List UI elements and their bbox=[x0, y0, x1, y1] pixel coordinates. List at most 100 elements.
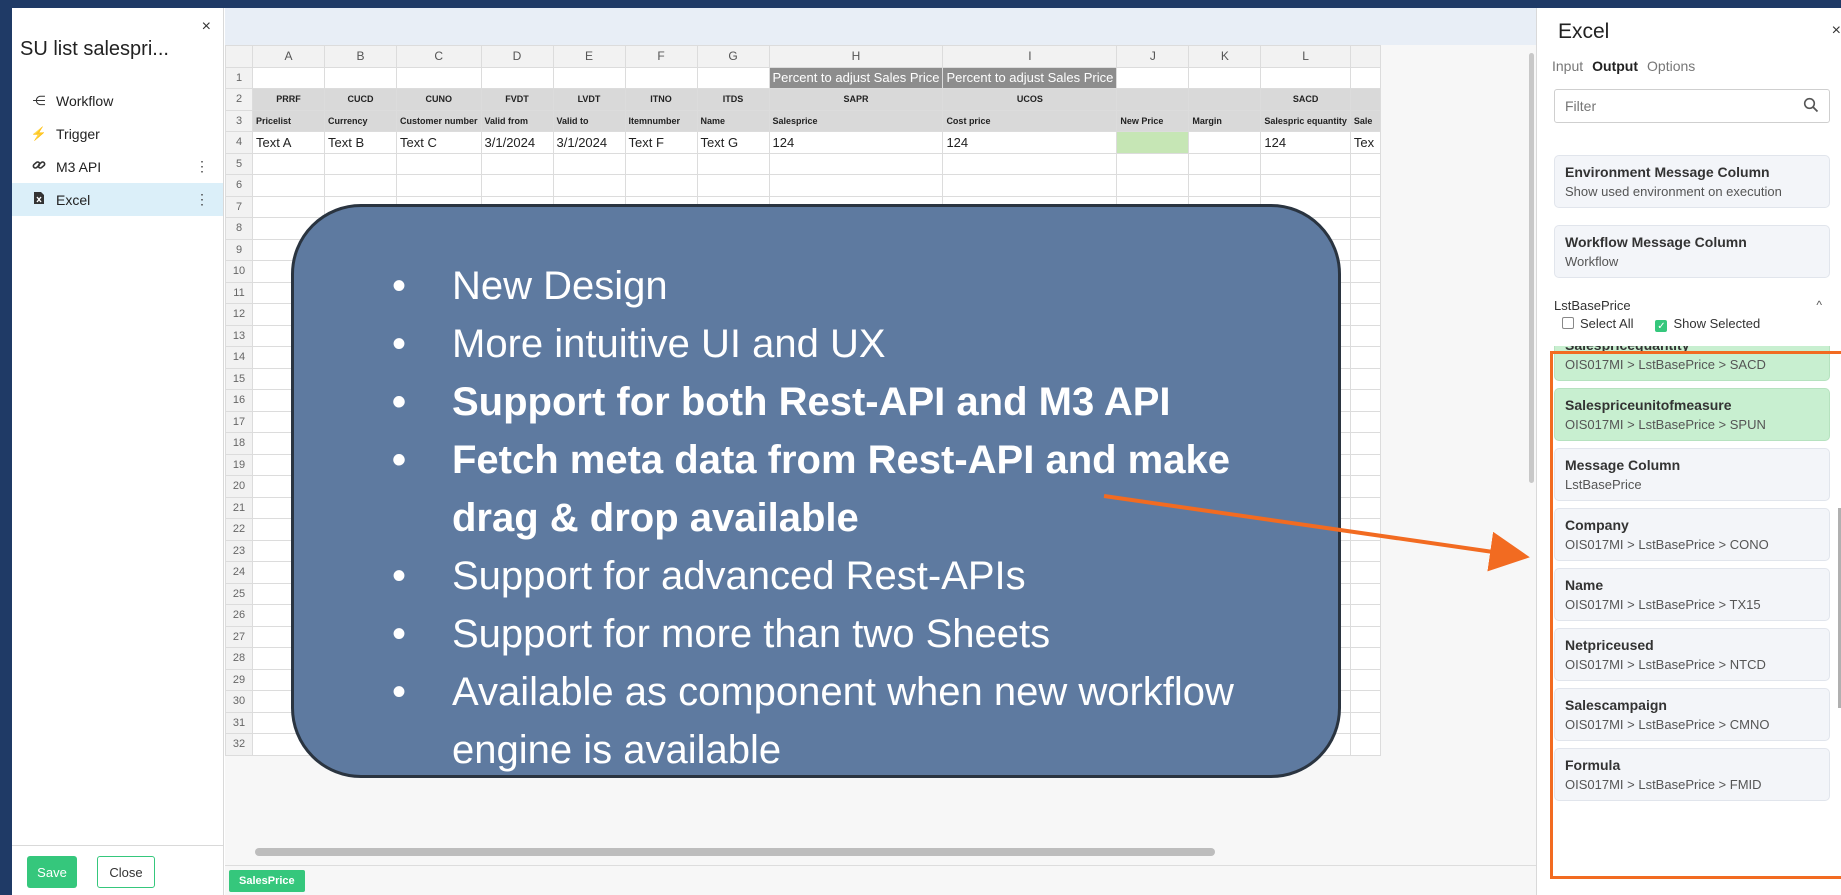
row-header[interactable]: 2 bbox=[225, 88, 253, 111]
cell[interactable]: New Price bbox=[1116, 109, 1190, 132]
cell[interactable] bbox=[696, 152, 770, 175]
cell[interactable] bbox=[324, 174, 397, 197]
cell[interactable]: Text A bbox=[252, 131, 325, 154]
column-header[interactable]: B bbox=[324, 45, 397, 68]
row-header[interactable]: 3 bbox=[225, 109, 253, 132]
cell[interactable]: UCOS bbox=[942, 88, 1118, 111]
tab-input[interactable]: Input bbox=[1552, 58, 1583, 74]
cell[interactable] bbox=[324, 152, 397, 175]
environment-message-column-card[interactable]: Environment Message Column Show used env… bbox=[1554, 155, 1830, 208]
vertical-scrollbar[interactable] bbox=[1529, 53, 1534, 483]
cell[interactable]: 124 bbox=[768, 131, 944, 154]
cell[interactable] bbox=[1116, 174, 1190, 197]
row-header[interactable]: 21 bbox=[225, 496, 253, 519]
cell[interactable] bbox=[624, 66, 698, 89]
cell[interactable] bbox=[480, 152, 554, 175]
cell[interactable] bbox=[768, 174, 944, 197]
cell[interactable] bbox=[768, 152, 944, 175]
row-header[interactable]: 12 bbox=[225, 303, 253, 326]
cell[interactable]: Percent to adjust Sales Price bbox=[768, 66, 944, 89]
cell[interactable] bbox=[1349, 195, 1381, 218]
cell[interactable]: Salespric equantity bbox=[1260, 109, 1351, 132]
cell[interactable] bbox=[1260, 174, 1351, 197]
row-header[interactable]: 25 bbox=[225, 582, 253, 605]
column-header[interactable]: L bbox=[1260, 45, 1351, 68]
column-header[interactable]: I bbox=[942, 45, 1118, 68]
cell[interactable] bbox=[1116, 131, 1190, 154]
cell[interactable]: SAPR bbox=[768, 88, 944, 111]
cell[interactable] bbox=[1349, 539, 1381, 562]
row-header[interactable]: 1 bbox=[225, 66, 253, 89]
row-header[interactable]: 5 bbox=[225, 152, 253, 175]
cell[interactable]: 124 bbox=[942, 131, 1118, 154]
row-header[interactable]: 20 bbox=[225, 475, 253, 498]
cell[interactable] bbox=[1349, 281, 1381, 304]
row-header[interactable]: 10 bbox=[225, 260, 253, 283]
row-header[interactable]: 31 bbox=[225, 711, 253, 734]
column-header[interactable]: C bbox=[396, 45, 482, 68]
panel-close-icon[interactable]: × bbox=[1832, 22, 1841, 40]
filter-input[interactable] bbox=[1565, 98, 1785, 114]
cell[interactable] bbox=[1349, 518, 1381, 541]
cell[interactable] bbox=[1188, 131, 1262, 154]
row-header[interactable]: 13 bbox=[225, 324, 253, 347]
cell[interactable] bbox=[1349, 432, 1381, 455]
cell[interactable] bbox=[1349, 582, 1381, 605]
cell[interactable]: 3/1/2024 bbox=[552, 131, 626, 154]
cell[interactable]: Itemnumber bbox=[624, 109, 698, 132]
cell[interactable]: Margin bbox=[1188, 109, 1262, 132]
cell[interactable] bbox=[1349, 668, 1381, 691]
cell[interactable]: CUCD bbox=[324, 88, 397, 111]
row-header[interactable]: 27 bbox=[225, 625, 253, 648]
row-header[interactable]: 9 bbox=[225, 238, 253, 261]
row-header[interactable]: 8 bbox=[225, 217, 253, 240]
cell[interactable] bbox=[1188, 66, 1262, 89]
cell[interactable] bbox=[480, 66, 554, 89]
cell[interactable] bbox=[1116, 152, 1190, 175]
cell[interactable] bbox=[696, 174, 770, 197]
cell[interactable] bbox=[1349, 66, 1381, 89]
cell[interactable] bbox=[942, 174, 1118, 197]
row-header[interactable]: 29 bbox=[225, 668, 253, 691]
sidebar-item-excel[interactable]: Excel ⋮ bbox=[12, 183, 223, 216]
cell[interactable] bbox=[1349, 367, 1381, 390]
workflow-message-column-card[interactable]: Workflow Message Column Workflow bbox=[1554, 225, 1830, 278]
cell[interactable] bbox=[624, 152, 698, 175]
row-header[interactable]: 14 bbox=[225, 346, 253, 369]
cell[interactable] bbox=[1349, 303, 1381, 326]
sidebar-item-workflow[interactable]: ⋲ Workflow bbox=[12, 84, 223, 117]
row-header[interactable]: 30 bbox=[225, 690, 253, 713]
cell[interactable] bbox=[1349, 389, 1381, 412]
horizontal-scrollbar[interactable] bbox=[255, 848, 1215, 856]
cell[interactable] bbox=[1116, 66, 1190, 89]
cell[interactable] bbox=[1349, 410, 1381, 433]
cell[interactable] bbox=[252, 195, 325, 218]
cell[interactable]: Text F bbox=[624, 131, 698, 154]
cell[interactable] bbox=[552, 66, 626, 89]
row-header[interactable]: 22 bbox=[225, 518, 253, 541]
cell[interactable] bbox=[396, 66, 482, 89]
cell[interactable] bbox=[1116, 88, 1190, 111]
cell[interactable] bbox=[1349, 475, 1381, 498]
cell[interactable] bbox=[1349, 733, 1381, 756]
cell[interactable]: 3/1/2024 bbox=[480, 131, 554, 154]
row-header[interactable]: 24 bbox=[225, 561, 253, 584]
row-header[interactable]: 32 bbox=[225, 733, 253, 756]
tab-output[interactable]: Output bbox=[1592, 58, 1638, 74]
row-header[interactable]: 28 bbox=[225, 647, 253, 670]
cell[interactable] bbox=[1349, 174, 1381, 197]
column-header[interactable]: G bbox=[696, 45, 770, 68]
cell[interactable]: Text C bbox=[396, 131, 482, 154]
cell[interactable]: Valid from bbox=[480, 109, 554, 132]
select-all-checkbox[interactable]: Select All bbox=[1562, 316, 1633, 332]
field-group-header[interactable]: LstBasePrice ^ Select All ✓ Show Selected bbox=[1554, 298, 1830, 332]
cell[interactable]: Salesprice bbox=[768, 109, 944, 132]
cell[interactable]: Name bbox=[696, 109, 770, 132]
cell[interactable] bbox=[1349, 604, 1381, 627]
cell[interactable]: PRRF bbox=[252, 88, 325, 111]
cell[interactable] bbox=[1349, 625, 1381, 648]
cell[interactable] bbox=[252, 66, 325, 89]
cell[interactable] bbox=[480, 174, 554, 197]
show-selected-checkbox[interactable]: ✓ Show Selected bbox=[1655, 316, 1760, 332]
cell[interactable]: Cost price bbox=[942, 109, 1118, 132]
